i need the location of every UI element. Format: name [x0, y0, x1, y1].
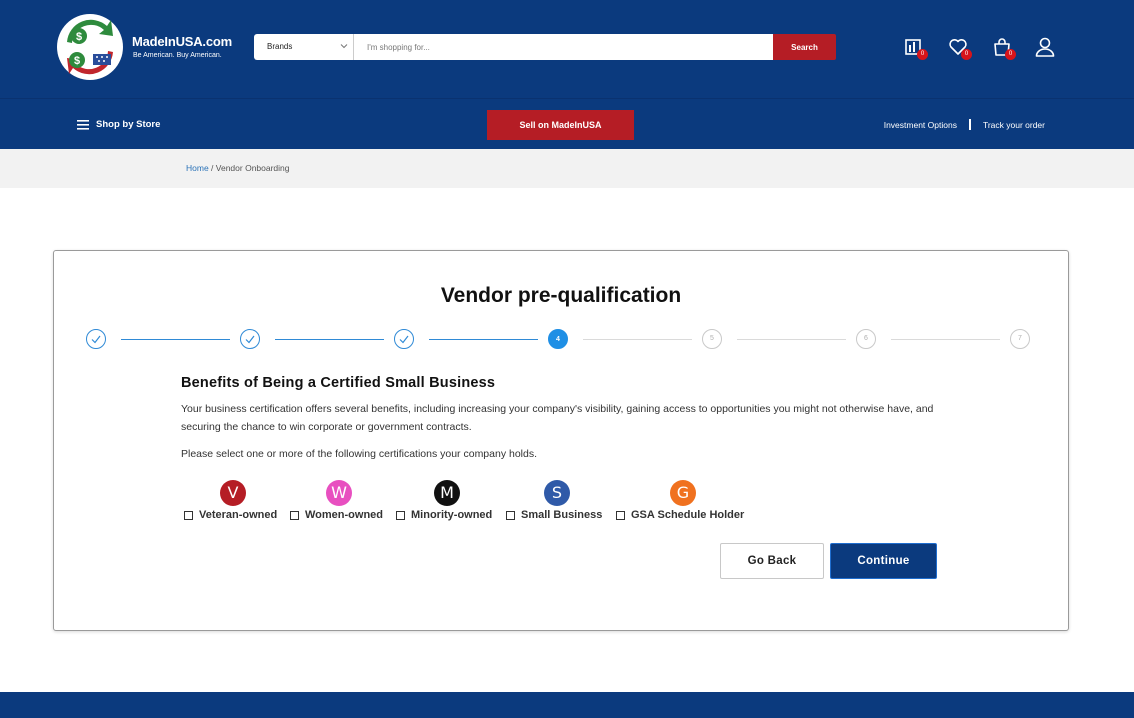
women-owned-badge-icon: W [326, 480, 352, 506]
veteran-owned-badge-icon: V [220, 480, 246, 506]
account-button[interactable] [1034, 36, 1056, 58]
site-header: $ $ MadeInUSA.com Be American. Buy Ameri… [0, 0, 1134, 98]
brand-select-value: Brands [267, 42, 293, 51]
logo-name: MadeInUSA.com [132, 34, 232, 49]
compare-button[interactable]: 0 [903, 36, 928, 60]
brand-select[interactable]: Brands [254, 34, 354, 60]
cart-count-badge: 0 [1005, 49, 1016, 60]
small-business-checkbox[interactable] [506, 510, 515, 520]
prequalification-card: Vendor pre-qualification 4 5 6 7 Benefit… [53, 250, 1069, 631]
wishlist-count-badge: 0 [961, 49, 972, 60]
step-5: 5 [702, 329, 722, 349]
step-6: 6 [856, 329, 876, 349]
wishlist-button[interactable]: 0 [947, 36, 972, 60]
cart-button[interactable]: 0 [991, 36, 1016, 60]
gsa-schedule-label: GSA Schedule Holder [631, 509, 745, 521]
women-owned-row: Women-owned [290, 509, 383, 521]
stepper-line-6 [891, 339, 1000, 340]
logo-tagline: Be American. Buy American. [133, 52, 222, 59]
minority-owned-row: Minority-owned [396, 509, 492, 521]
main-nav: Shop by Store Sell on MadeInUSA Investme… [0, 98, 1134, 149]
breadcrumb-separator: / [208, 163, 216, 173]
step-2 [240, 329, 260, 349]
page-title: Vendor pre-qualification [440, 284, 682, 307]
nav-right-links: Investment Options Track your order [884, 119, 1045, 130]
site-logo[interactable]: $ $ MadeInUSA.com Be American. Buy Ameri… [55, 12, 255, 82]
gsa-schedule-row: GSA Schedule Holder [616, 509, 744, 521]
women-owned-label: Women-owned [305, 509, 384, 521]
sell-on-madeinusa-button[interactable]: Sell on MadeInUSA [487, 110, 634, 140]
breadcrumb: Home / Vendor Onboarding [186, 163, 290, 173]
minority-owned-badge-icon: M [434, 480, 460, 506]
nav-divider [968, 119, 971, 130]
veteran-owned-label: Veteran-owned [199, 509, 278, 521]
gsa-schedule-badge-icon: G [670, 480, 696, 506]
svg-text:$: $ [76, 31, 82, 43]
shop-by-store-menu[interactable]: Shop by Store [77, 119, 160, 130]
search-button[interactable]: Search [773, 34, 836, 60]
search-bar: Brands Search [254, 34, 836, 60]
benefits-description: Your business certification offers sever… [181, 403, 934, 433]
minority-owned-label: Minority-owned [411, 509, 493, 521]
minority-owned-checkbox[interactable] [396, 510, 405, 520]
stepper-line-3 [429, 339, 538, 340]
logo-mark-icon: $ $ [57, 14, 123, 80]
small-business-badge-icon: S [544, 480, 570, 506]
stepper-line-4 [583, 339, 692, 340]
step-3 [394, 329, 414, 349]
breadcrumb-current: Vendor Onboarding [215, 163, 290, 173]
breadcrumb-bar: Home / Vendor Onboarding [0, 149, 1134, 188]
breadcrumb-home-link[interactable]: Home [186, 163, 209, 173]
compare-count-badge: 0 [917, 49, 928, 60]
hamburger-menu-icon [77, 119, 89, 130]
svg-text:$: $ [74, 55, 80, 67]
veteran-owned-checkbox[interactable] [184, 510, 193, 520]
step-1 [86, 329, 106, 349]
progress-stepper: 4 5 6 7 [54, 329, 1068, 351]
track-order-link[interactable]: Track your order [983, 120, 1045, 130]
checkmark-icon [91, 335, 101, 344]
selection-prompt: Please select one or more of the followi… [181, 448, 538, 460]
stepper-line-5 [737, 339, 846, 340]
stepper-line-2 [275, 339, 384, 340]
site-footer [0, 692, 1134, 718]
women-owned-checkbox[interactable] [290, 510, 299, 520]
step-7: 7 [1010, 329, 1030, 349]
section-title: Benefits of Being a Certified Small Busi… [181, 375, 496, 391]
user-account-icon [1035, 37, 1055, 57]
checkmark-icon [245, 335, 255, 344]
veteran-owned-row: Veteran-owned [184, 509, 277, 521]
step-4-current: 4 [548, 329, 568, 349]
checkmark-icon [399, 335, 409, 344]
shop-by-store-label: Shop by Store [96, 119, 161, 130]
search-input[interactable] [354, 34, 773, 60]
continue-button[interactable]: Continue [830, 543, 937, 579]
stepper-line-1 [121, 339, 230, 340]
small-business-row: Small Business [506, 509, 602, 521]
investment-options-link[interactable]: Investment Options [884, 120, 957, 130]
go-back-button[interactable]: Go Back [720, 543, 824, 579]
gsa-schedule-checkbox[interactable] [616, 510, 625, 520]
chevron-down-icon [340, 44, 348, 49]
small-business-label: Small Business [521, 509, 603, 521]
